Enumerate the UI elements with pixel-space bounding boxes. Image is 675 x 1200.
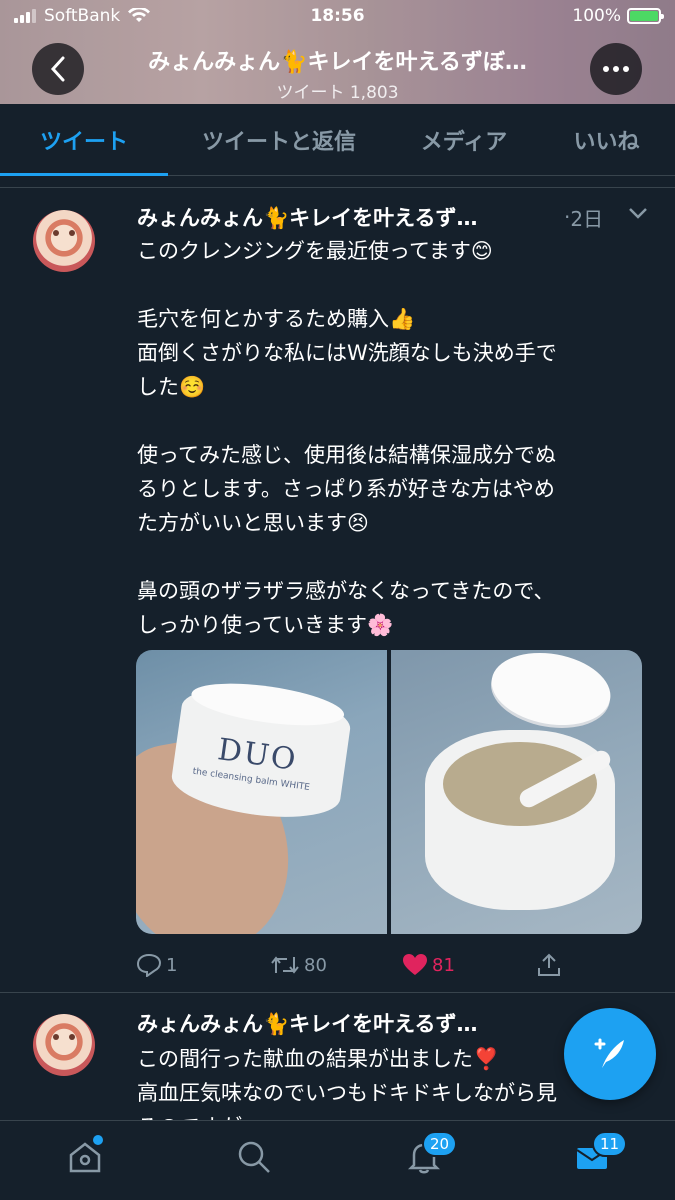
tweet-line: た方がいいと思います😣: [137, 511, 369, 535]
messages-badge: 11: [592, 1131, 628, 1157]
reply-count: 1: [166, 954, 178, 976]
lid-shape: [485, 650, 617, 734]
back-button[interactable]: [32, 43, 84, 95]
reply-button[interactable]: 1: [136, 953, 177, 977]
search-nav-button[interactable]: [234, 1137, 274, 1177]
tweet-actions: 1 80 81: [136, 948, 566, 982]
tweet-time[interactable]: 2日: [570, 203, 603, 232]
search-icon: [238, 1141, 270, 1173]
chevron-down-icon[interactable]: [627, 206, 649, 220]
home-nav-button[interactable]: [65, 1135, 105, 1177]
compose-button[interactable]: [564, 1008, 656, 1100]
retweet-button[interactable]: 80: [270, 954, 327, 976]
tweet-author[interactable]: みょんみょん🐈キレイを叶えるず…: [137, 1010, 542, 1038]
retweet-count: 80: [304, 954, 327, 976]
profile-header: みょんみょん🐈キレイを叶えるずぼ… ツイート 1,803: [110, 44, 565, 103]
retweet-icon: [271, 956, 299, 974]
reply-icon: [136, 953, 162, 977]
tweet-line: 面倒くさがりな私にはW洗顔なしも決め手で: [137, 341, 557, 365]
messages-nav-button[interactable]: 11: [572, 1131, 628, 1177]
tab-label: ツイート: [39, 130, 128, 155]
tweet-line: [137, 404, 647, 438]
tab-media[interactable]: メディア: [390, 104, 538, 176]
compose-icon: [594, 1038, 624, 1068]
more-button[interactable]: [590, 43, 642, 95]
profile-tabs: ツイート ツイートと返信 メディア いいね: [0, 104, 675, 176]
tab-tweets-replies[interactable]: ツイートと返信: [168, 104, 390, 176]
battery-info: 100%: [572, 6, 664, 26]
battery-icon: [627, 8, 664, 24]
tweet-line: [137, 540, 647, 574]
share-icon: [538, 953, 560, 976]
bottom-nav: 20 11: [0, 1120, 675, 1200]
profile-name: みょんみょん🐈キレイを叶えるずぼ…: [148, 50, 527, 75]
chevron-left-icon: [50, 56, 65, 82]
media-photo-2[interactable]: [391, 650, 642, 934]
tweet-line: 高血圧気味なのでいつもドキドキしながら見: [137, 1081, 557, 1105]
tweet-line: 鼻の頭のザラザラ感がなくなってきたので、: [137, 579, 555, 603]
tweet-line: このクレンジングを最近使ってます😊: [137, 239, 493, 263]
more-icon: [603, 66, 629, 72]
tweet-line: 毛穴を何とかするため購入👍: [137, 307, 416, 331]
tweet-count: ツイート 1,803: [276, 83, 399, 103]
tweet-author[interactable]: みょんみょん🐈キレイを叶えるず…: [137, 202, 542, 232]
tab-label: ツイートと返信: [201, 130, 356, 155]
tweet-line: るりとします。さっぱり系が好きな方はやめ: [137, 477, 555, 501]
share-button[interactable]: [536, 952, 562, 978]
tweet[interactable]: みょんみょん🐈キレイを叶えるず… · 2日 このクレンジングを最近使ってます😊 …: [0, 200, 675, 990]
tweet-text: このクレンジングを最近使ってます😊 毛穴を何とかするため購入👍 面倒くさがりな私…: [137, 234, 647, 642]
media-photo-1[interactable]: DUO the cleansing balm WHITE: [136, 650, 387, 934]
tab-tweets[interactable]: ツイート: [0, 104, 168, 176]
tweet-line: しっかり使っていきます🌸: [137, 613, 394, 637]
tabs-separator: [0, 176, 675, 188]
home-unread-dot: [93, 1135, 103, 1145]
notifications-badge: 20: [422, 1131, 458, 1157]
avatar[interactable]: [33, 210, 95, 272]
like-button[interactable]: 81: [402, 953, 455, 977]
tweet-line: るのですが、…: [137, 1110, 647, 1120]
tweet-header: みょんみょん🐈キレイを叶えるず… · 2日: [137, 200, 657, 234]
tweet-line: 使ってみた感じ、使用後は結構保湿成分でぬ: [137, 443, 556, 467]
heart-icon: [403, 954, 427, 975]
tweet-line: [137, 268, 647, 302]
battery-percent: 100%: [572, 6, 621, 26]
notifications-nav-button[interactable]: 20: [404, 1131, 458, 1177]
tweet-line: した☺️: [137, 375, 206, 399]
status-bar: SoftBank 18:56 100%: [0, 0, 675, 34]
tab-label: メディア: [420, 130, 508, 155]
tweet-media[interactable]: DUO the cleansing balm WHITE: [136, 650, 642, 934]
tweet-divider: [0, 992, 675, 993]
tab-likes[interactable]: いいね: [538, 104, 675, 176]
tab-label: いいね: [573, 130, 640, 155]
avatar[interactable]: [33, 1014, 95, 1076]
open-jar-shape: [425, 730, 615, 910]
like-count: 81: [432, 954, 455, 976]
